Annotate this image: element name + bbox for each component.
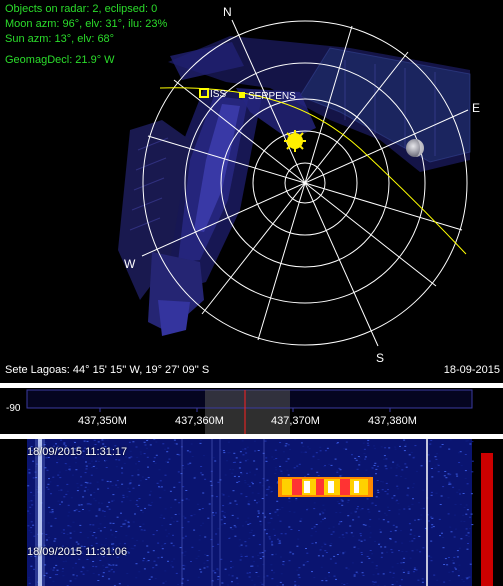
freq-tick-label: 437,350M bbox=[78, 415, 127, 427]
frequency-bar[interactable]: -90 437,350M 437,360M 437,370M 437,380M bbox=[0, 388, 503, 434]
freq-tick-label: 437,380M bbox=[368, 415, 417, 427]
geomag-decl-text: GeomagDecl: 21.9° W bbox=[5, 54, 115, 66]
waterfall-panel[interactable]: 18/09/2015 11:31:17 18/09/2015 11:31:06 bbox=[0, 439, 503, 586]
object-serpens-label: SERPENS bbox=[248, 91, 296, 102]
direction-n-label: N bbox=[223, 5, 232, 19]
location-text: Sete Lagoas: 44° 15' 15'' W, 19° 27' 09'… bbox=[5, 364, 210, 376]
satellite-signal-burst bbox=[278, 477, 373, 497]
direction-w-label: W bbox=[124, 257, 136, 271]
object-iss-label: ISS bbox=[210, 89, 226, 100]
moon-info-text: Moon azm: 96°, elv: 31°, ilu: 23% bbox=[5, 18, 168, 30]
waterfall-timestamp-top: 18/09/2015 11:31:17 bbox=[27, 446, 128, 458]
radar-panel[interactable]: ISS SERPENS N E S W Objects on radar: 2,… bbox=[0, 0, 503, 383]
carrier-line-glow bbox=[35, 439, 45, 586]
sun-icon bbox=[284, 130, 306, 152]
waterfall-timestamp-bottom: 18/09/2015 11:31:06 bbox=[27, 546, 128, 558]
direction-e-label: E bbox=[472, 101, 480, 115]
moon-icon bbox=[406, 139, 424, 157]
waterfall-spectrogram[interactable] bbox=[0, 439, 503, 586]
objects-count-text: Objects on radar: 2, eclipsed: 0 bbox=[5, 3, 158, 15]
object-serpens[interactable]: SERPENS bbox=[239, 91, 296, 102]
freq-tick-label: 437,360M bbox=[175, 415, 224, 427]
selected-band-highlight[interactable] bbox=[205, 390, 290, 434]
direction-s-label: S bbox=[376, 351, 384, 365]
date-text: 18-09-2015 bbox=[443, 364, 500, 376]
satellite-3d-model bbox=[118, 36, 471, 336]
signal-level-bar bbox=[481, 453, 493, 586]
level-label: -90 bbox=[6, 403, 21, 414]
freq-tick-label: 437,370M bbox=[271, 415, 320, 427]
frequency-scale[interactable] bbox=[0, 388, 503, 434]
sun-info-text: Sun azm: 13°, elv: 68° bbox=[5, 33, 115, 45]
